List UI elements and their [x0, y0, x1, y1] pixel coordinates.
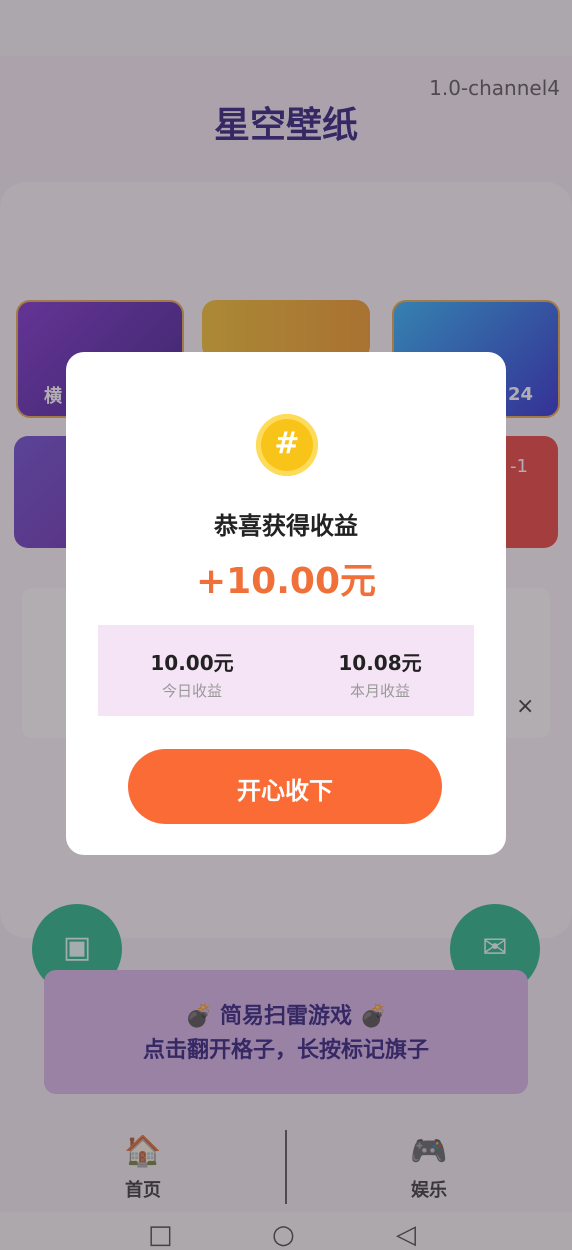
stat-month-value: 10.08元 [338, 651, 422, 675]
stat-month: 10.08元 本月收益 [286, 625, 474, 716]
dialog-title: 恭喜获得收益 [214, 512, 358, 540]
stat-today-value: 10.00元 [150, 651, 234, 675]
accept-reward-button[interactable]: 开心收下 [128, 749, 442, 824]
reward-dialog: # 恭喜获得收益 +10.00元 10.00元 今日收益 10.08元 本月收益… [66, 352, 506, 855]
accept-reward-label: 开心收下 [237, 778, 333, 805]
coin-icon: # [256, 414, 318, 476]
stat-today-caption: 今日收益 [161, 682, 222, 700]
stat-month-caption: 本月收益 [349, 682, 410, 700]
stat-today: 10.00元 今日收益 [98, 625, 286, 716]
reward-amount: +10.00元 [195, 561, 377, 602]
coin-symbol: # [274, 426, 300, 461]
earnings-stats: 10.00元 今日收益 10.08元 本月收益 [98, 625, 474, 716]
